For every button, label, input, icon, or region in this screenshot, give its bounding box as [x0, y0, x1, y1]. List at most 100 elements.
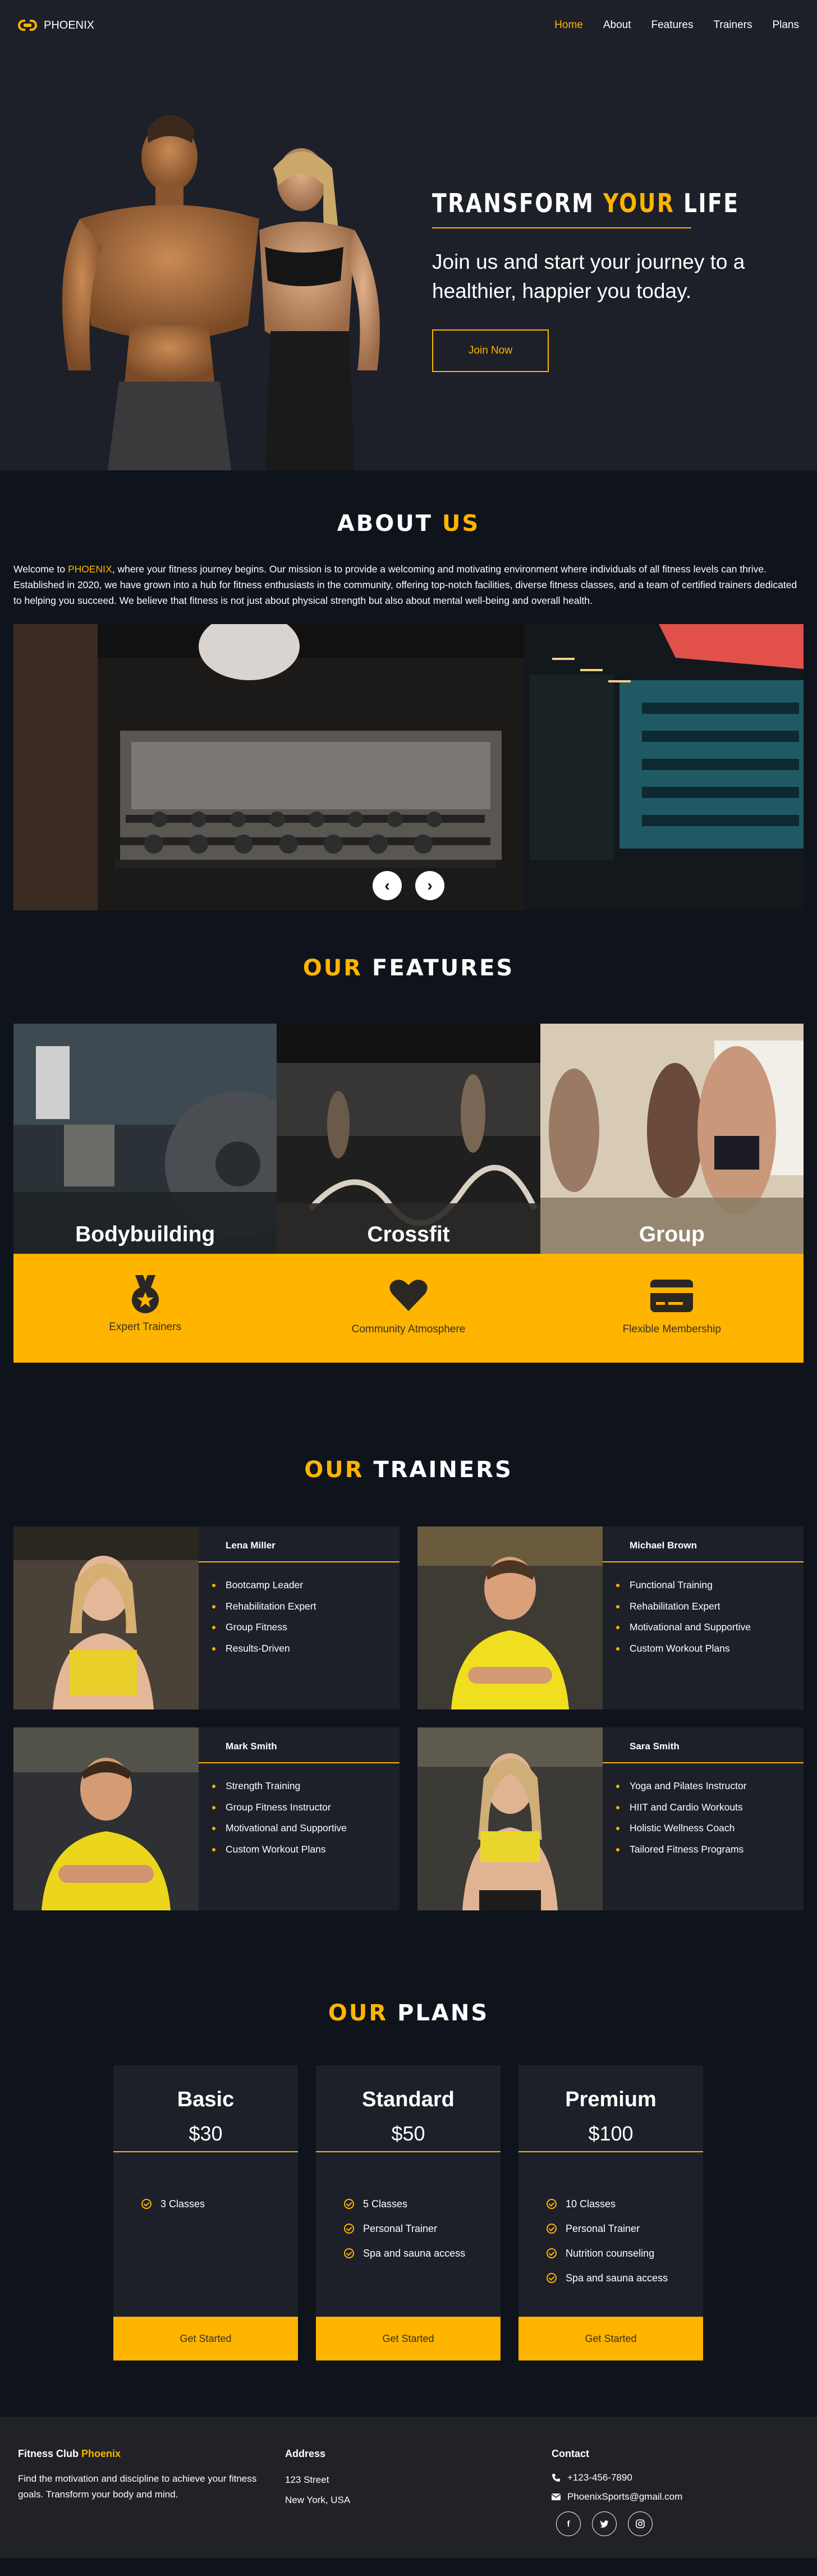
address-line: 123 Street — [285, 2474, 329, 2485]
check-circle-icon — [547, 2199, 557, 2209]
brand[interactable]: PHOENIX — [18, 19, 94, 32]
footer-club-name: Fitness Club Phoenix — [18, 2448, 121, 2459]
hero-underline — [432, 227, 691, 228]
trainer-card-mark-smith[interactable]: Mark Smith Strength Training Group Fitne… — [13, 1727, 400, 1910]
trainer-cards: Lena Miller Bootcamp Leader Rehabilitati… — [13, 1527, 804, 1910]
check-circle-icon — [547, 2224, 557, 2234]
plan-card-standard: Standard $50 5 Classes Personal Trainer … — [316, 2065, 501, 2360]
plan-header: Premium $100 — [518, 2065, 703, 2152]
nav-link-home[interactable]: Home — [554, 19, 583, 31]
about-text: Welcome to PHOENIX, where your fitness j… — [13, 563, 797, 606]
skill-item: Results-Driven — [212, 1638, 400, 1660]
skill-item: Tailored Fitness Programs — [616, 1839, 804, 1860]
feature-item-community: Community Atmosphere — [277, 1254, 540, 1363]
skill-item: Group Fitness — [212, 1617, 400, 1638]
check-circle-icon — [344, 2248, 354, 2258]
plan-card-basic: Basic $30 3 Classes Get Started — [113, 2065, 298, 2360]
plans-title: OUR PLANS — [328, 2000, 489, 2026]
get-started-button[interactable]: Get Started — [113, 2317, 298, 2360]
check-circle-icon — [344, 2199, 354, 2209]
plan-cards: Basic $30 3 Classes Get Started Standard… — [113, 2065, 704, 2360]
feature-label-bodybuilding: Bodybuilding — [75, 1222, 215, 1246]
slider-next-button[interactable]: › — [415, 871, 444, 900]
trainer-skills: Bootcamp Leader Rehabilitation Expert Gr… — [199, 1562, 400, 1659]
trainer-card-michael-brown[interactable]: Michael Brown Functional Training Rehabi… — [417, 1527, 804, 1709]
trainer-info: Sara Smith Yoga and Pilates Instructor H… — [603, 1727, 804, 1910]
plan-price: $50 — [391, 2122, 425, 2145]
twitter-icon[interactable] — [592, 2511, 617, 2536]
feature-cards: Bodybuilding Crossfit Group — [13, 1024, 804, 1254]
plan-name: Standard — [362, 2088, 455, 2111]
nav-link-trainers[interactable]: Trainers — [713, 19, 752, 31]
feature-card-group[interactable]: Group — [540, 1024, 804, 1254]
plan-feature: 3 Classes — [141, 2192, 298, 2216]
hero-title: TRANSFORM YOUR LIFE — [432, 188, 740, 218]
brand-name: PHOENIX — [44, 19, 95, 31]
plan-name: Premium — [565, 2088, 657, 2111]
email-line[interactable]: PhoenixSports@gmail.com — [552, 2491, 682, 2502]
crossfit-image — [277, 1024, 540, 1254]
get-started-button[interactable]: Get Started — [518, 2317, 703, 2360]
footer-tagline: Find the motivation and discipline to ac… — [18, 2473, 257, 2500]
feature-item-label: Flexible Membership — [622, 1323, 721, 1335]
footer-address-title: Address — [285, 2448, 326, 2459]
feature-card-bodybuilding[interactable]: Bodybuilding — [13, 1024, 277, 1254]
trainer-skills: Strength Training Group Fitness Instruct… — [199, 1763, 400, 1860]
about-section: ABOUT US Welcome to PHOENIX, where your … — [0, 470, 817, 910]
plan-feature: 10 Classes — [547, 2192, 703, 2216]
trainer-info: Michael Brown Functional Training Rehabi… — [603, 1527, 804, 1709]
nav-menu: Home About Features Trainers Plans — [554, 19, 799, 31]
feature-item-expert-trainers: Expert Trainers — [13, 1254, 277, 1363]
skill-item: Motivational and Supportive — [616, 1617, 804, 1638]
footer-contact: Contact +123-456-7890 PhoenixSports@gmai… — [552, 2448, 682, 2536]
features-title: OUR FEATURES — [302, 955, 515, 981]
trainer-name: Mark Smith — [226, 1741, 277, 1752]
address-line: New York, USA — [285, 2495, 351, 2505]
plan-card-premium: Premium $100 10 Classes Personal Trainer… — [518, 2065, 703, 2360]
nav-link-about[interactable]: About — [603, 19, 631, 31]
trainers-section: OUR TRAINERS Lena Miller Bootcamp Leader — [0, 1363, 817, 1910]
skill-item: Rehabilitation Expert — [212, 1596, 400, 1617]
skill-item: Functional Training — [616, 1575, 804, 1596]
trainer-name: Sara Smith — [630, 1741, 680, 1752]
feature-item-membership: Flexible Membership — [540, 1254, 804, 1363]
bodybuilding-image — [13, 1024, 277, 1254]
hero-subtitle: Join us and start your journey to a heal… — [432, 250, 745, 302]
footer: Fitness Club Phoenix Find the motivation… — [0, 2417, 817, 2558]
plan-feature: Personal Trainer — [547, 2216, 703, 2241]
facebook-icon[interactable]: f — [556, 2511, 581, 2536]
feature-card-crossfit[interactable]: Crossfit — [277, 1024, 540, 1254]
instagram-icon[interactable] — [628, 2511, 653, 2536]
plan-feature: Spa and sauna access — [344, 2241, 501, 2266]
trainer-photo — [13, 1727, 199, 1910]
plan-feature: Personal Trainer — [344, 2216, 501, 2241]
join-now-button[interactable]: Join Now — [432, 329, 549, 372]
hero-section: TRANSFORM YOUR LIFE Join us and start yo… — [0, 51, 817, 470]
slider-prev-button[interactable]: ‹ — [373, 871, 402, 900]
gym-image-slider[interactable]: ‹ › — [13, 624, 804, 910]
plan-price: $30 — [189, 2122, 223, 2145]
trainer-card-lena-miller[interactable]: Lena Miller Bootcamp Leader Rehabilitati… — [13, 1527, 400, 1709]
about-title: ABOUT US — [337, 511, 480, 537]
phone-line[interactable]: +123-456-7890 — [552, 2472, 682, 2483]
feature-label-crossfit: Crossfit — [367, 1222, 450, 1246]
plan-name: Basic — [177, 2088, 235, 2111]
check-circle-icon — [141, 2199, 152, 2209]
skill-item: Group Fitness Instructor — [212, 1797, 400, 1818]
trainer-card-sara-smith[interactable]: Sara Smith Yoga and Pilates Instructor H… — [417, 1727, 804, 1910]
nav-link-plans[interactable]: Plans — [772, 19, 799, 31]
plans-section: OUR PLANS Basic $30 3 Classes Get Starte… — [0, 1910, 817, 2360]
footer-about: Fitness Club Phoenix Find the motivation… — [18, 2448, 282, 2502]
feature-item-label: Community Atmosphere — [351, 1323, 466, 1335]
skill-item: Motivational and Supportive — [212, 1818, 400, 1839]
plan-header: Basic $30 — [113, 2065, 298, 2152]
nav-link-features[interactable]: Features — [651, 19, 694, 31]
plan-features: 10 Classes Personal Trainer Nutrition co… — [518, 2152, 703, 2290]
trainer-photo — [13, 1527, 199, 1709]
plan-feature: 5 Classes — [344, 2192, 501, 2216]
skill-item: Bootcamp Leader — [212, 1575, 400, 1596]
check-circle-icon — [547, 2273, 557, 2283]
trainer-skills: Functional Training Rehabilitation Exper… — [603, 1562, 804, 1659]
get-started-button[interactable]: Get Started — [316, 2317, 501, 2360]
trainer-photo — [417, 1727, 603, 1910]
